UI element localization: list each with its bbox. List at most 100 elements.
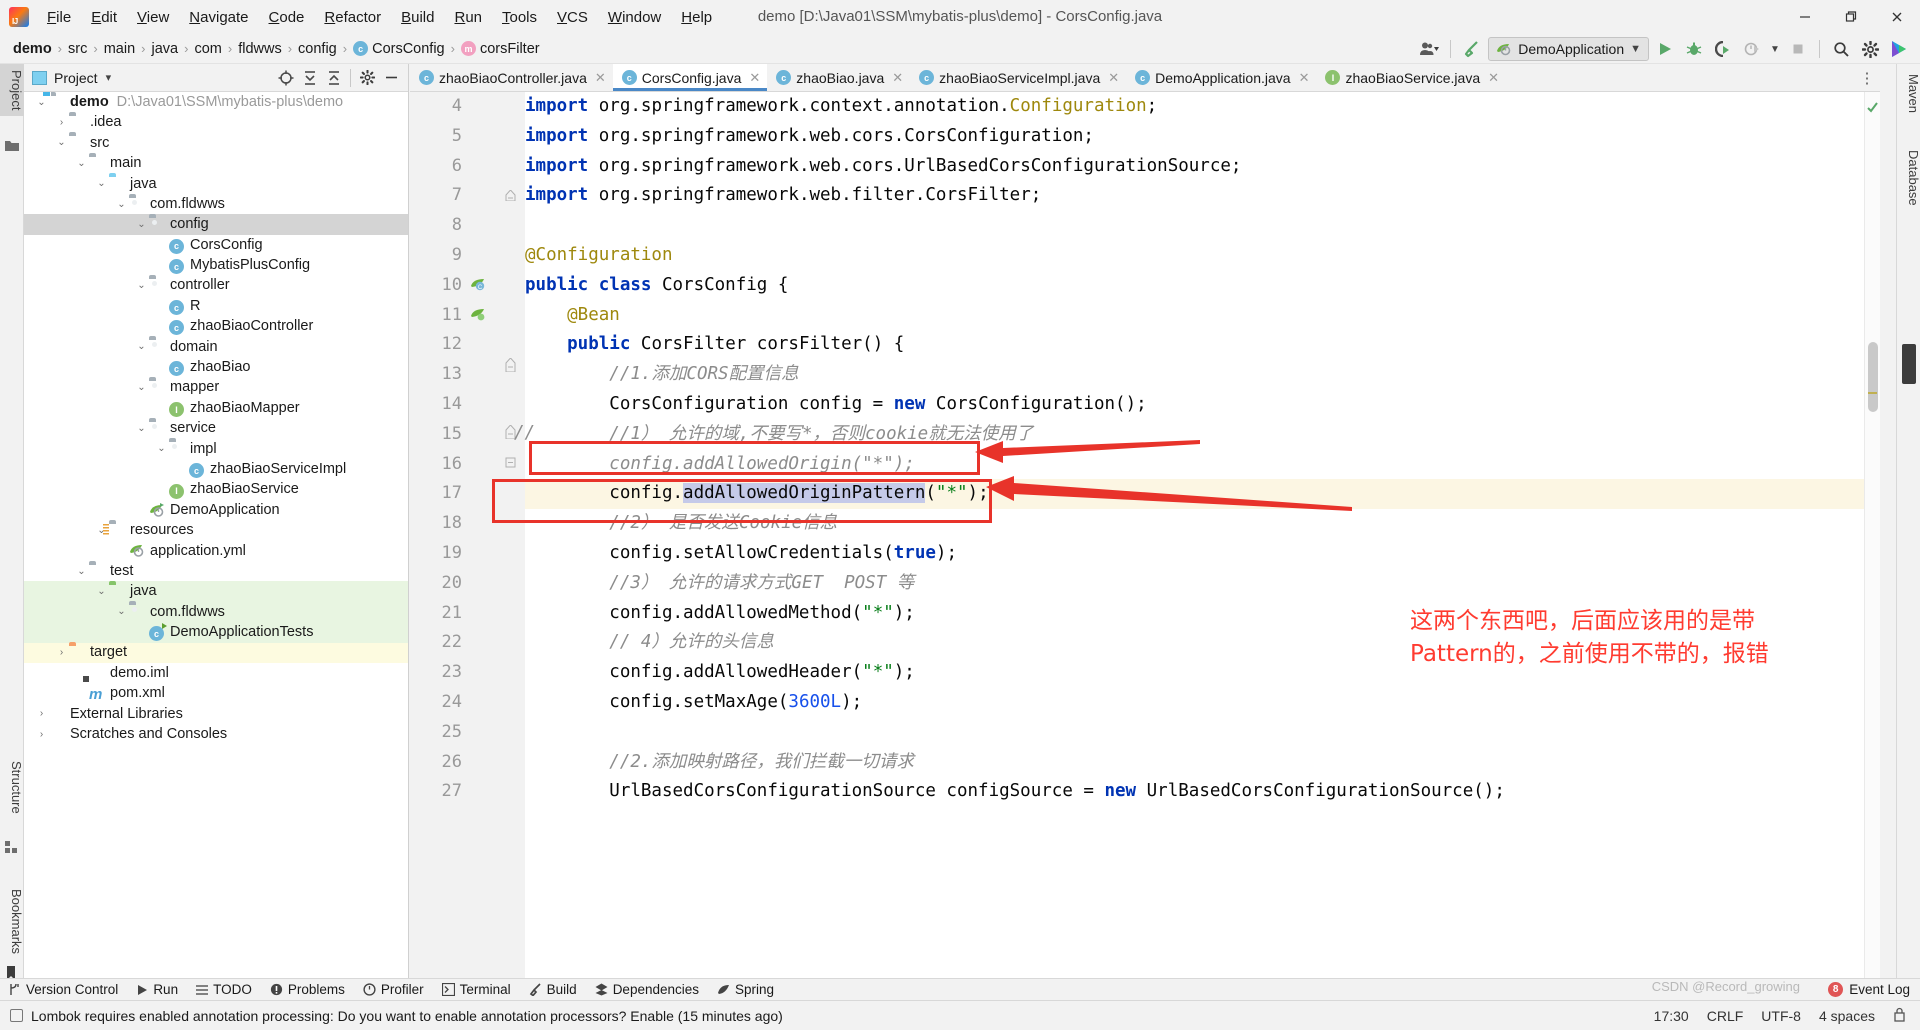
chevron-right-icon[interactable]: › — [54, 647, 69, 658]
tree-node-mybatisplusconfig[interactable]: c MybatisPlusConfig — [24, 255, 408, 275]
tool-window-dependencies[interactable]: Dependencies — [586, 979, 708, 1001]
bookmark-folder-icon[interactable] — [5, 139, 19, 153]
chevron-down-icon[interactable]: ⌄ — [74, 566, 89, 577]
code-line[interactable]: @Configuration — [525, 241, 1880, 271]
tree-node-demoapplication[interactable]: DemoApplication — [24, 500, 408, 520]
tree-node-scratches-and-consoles[interactable]: › Scratches and Consoles — [24, 724, 408, 744]
project-tree[interactable]: ⌄ demo D:\Java01\SSM\mybatis-plus\demo › .id… — [24, 92, 408, 980]
tree-node-zhaobiaomapper[interactable]: IzhaoBiaoMapper — [24, 398, 408, 418]
close-icon[interactable]: ✕ — [1108, 70, 1119, 86]
spring-bean-gutter-icon-2[interactable] — [470, 306, 487, 328]
code-line[interactable]: UrlBasedCorsConfigurationSource configSo… — [525, 777, 1880, 807]
strip-tab-bookmarks[interactable]: Bookmarks — [0, 883, 24, 960]
chevron-down-icon[interactable]: ⌄ — [114, 606, 129, 617]
tree-node-mapper[interactable]: ⌄ mapper — [24, 377, 408, 397]
spring-bean-gutter-icon[interactable]: C — [470, 276, 487, 298]
close-icon[interactable]: ✕ — [595, 70, 606, 86]
strip-tab-maven[interactable]: Maven — [1897, 68, 1920, 119]
event-log-label[interactable]: Event Log — [1849, 982, 1910, 997]
tree-node-demoapplicationtests[interactable]: c DemoApplicationTests — [24, 622, 408, 643]
tree-node-pom-xml[interactable]: m pom.xml — [24, 683, 408, 703]
code-line[interactable]: public CorsFilter corsFilter() { — [525, 330, 1880, 360]
run-with-coverage-button[interactable] — [1710, 37, 1736, 61]
debug-button[interactable] — [1681, 37, 1707, 61]
tree-node-demo[interactable]: ⌄ demo D:\Java01\SSM\mybatis-plus\demo — [24, 92, 408, 112]
tree-node-zhaobiaocontroller[interactable]: c zhaoBiaoController — [24, 316, 408, 336]
code-line[interactable]: //3） 允许的请求方式GET POST 等 — [525, 569, 1880, 599]
settings-gear-icon[interactable] — [1857, 37, 1883, 61]
chevron-down-icon[interactable]: ⌄ — [134, 382, 149, 393]
status-indent[interactable]: 4 spaces — [1819, 1008, 1875, 1024]
profiler-dropdown-icon[interactable]: ▼ — [1768, 37, 1782, 61]
breadcrumb-item-demo[interactable]: demo — [10, 39, 55, 59]
code-line[interactable]: config.setAllowCredentials(true); — [525, 539, 1880, 569]
breadcrumb-item-fldwws[interactable]: fldwws — [235, 39, 285, 59]
menu-item-vcs[interactable]: VCS — [547, 5, 598, 30]
tree-node-java[interactable]: ⌄ java — [24, 174, 408, 194]
user-account-icon[interactable] — [1416, 37, 1442, 61]
tree-node-r[interactable]: cR — [24, 296, 408, 316]
tree-node-zhaobiaoserviceimpl[interactable]: c zhaoBiaoServiceImpl — [24, 459, 408, 479]
menu-item-view[interactable]: View — [127, 5, 179, 30]
collapse-all-icon[interactable] — [323, 67, 345, 89]
tree-node-corsconfig[interactable]: c CorsConfig — [24, 235, 408, 255]
build-hammer-icon[interactable] — [1459, 37, 1485, 61]
fold-marker-2[interactable] — [505, 357, 516, 377]
status-message[interactable]: Lombok requires enabled annotation proce… — [31, 1008, 783, 1024]
close-icon[interactable]: ✕ — [1488, 70, 1499, 86]
code-line[interactable] — [525, 718, 1880, 748]
code-line[interactable]: //1.添加CORS配置信息 — [525, 360, 1880, 390]
tool-window-version-control[interactable]: Version Control — [0, 979, 127, 1001]
menu-item-code[interactable]: Code — [259, 5, 315, 30]
editor-scrollbar[interactable] — [1864, 92, 1880, 980]
breadcrumb-item-src[interactable]: src — [65, 39, 90, 59]
breadcrumb-item-java[interactable]: java — [148, 39, 181, 59]
tool-window-problems[interactable]: Problems — [261, 979, 354, 1001]
breadcrumb-item-config[interactable]: config — [295, 39, 340, 59]
menu-item-window[interactable]: Window — [598, 5, 671, 30]
code-line[interactable]: CorsConfiguration config = new CorsConfi… — [525, 390, 1880, 420]
chevron-down-icon[interactable]: ⌄ — [94, 178, 109, 189]
tree-node-resources[interactable]: ⌄ resources — [24, 520, 408, 540]
tool-window-todo[interactable]: TODO — [187, 979, 261, 1001]
notification-handle[interactable] — [1902, 344, 1916, 384]
chevron-right-icon[interactable]: › — [34, 729, 49, 740]
code-line[interactable] — [525, 211, 1880, 241]
chevron-down-icon[interactable]: ⌄ — [154, 443, 169, 454]
menu-item-file[interactable]: File — [37, 5, 81, 30]
tree-node-service[interactable]: ⌄ service — [24, 418, 408, 438]
maximize-button[interactable] — [1828, 0, 1874, 34]
tree-node-main[interactable]: ⌄ main — [24, 153, 408, 173]
chevron-down-icon[interactable]: ⌄ — [54, 137, 69, 148]
chevron-down-icon[interactable]: ⌄ — [94, 586, 109, 597]
status-encoding[interactable]: UTF-8 — [1761, 1008, 1801, 1024]
editor-tab-overflow-icon[interactable]: ⋮ — [1854, 64, 1880, 91]
tree-node-java[interactable]: ⌄ java — [24, 581, 408, 602]
tool-window-run[interactable]: Run — [127, 979, 187, 1001]
chevron-right-icon[interactable]: › — [54, 117, 69, 128]
code-line[interactable]: //2.添加映射路径，我们拦截一切请求 — [525, 748, 1880, 778]
status-line-separator[interactable]: CRLF — [1707, 1008, 1744, 1024]
fold-marker-4[interactable] — [505, 455, 516, 473]
chevron-down-icon[interactable]: ⌄ — [34, 97, 49, 108]
close-icon[interactable]: ✕ — [749, 70, 760, 86]
menu-item-refactor[interactable]: Refactor — [314, 5, 391, 30]
tree-node-impl[interactable]: ⌄ impl — [24, 439, 408, 459]
breadcrumb-item-main[interactable]: main — [101, 39, 138, 59]
editor-tab-zhaobiaocontroller-java[interactable]: c zhaoBiaoController.java ✕ — [410, 64, 613, 91]
tree-node-target[interactable]: › target — [24, 642, 408, 663]
menu-item-build[interactable]: Build — [391, 5, 444, 30]
breadcrumb-item-corsfilter[interactable]: m corsFilter — [458, 39, 543, 59]
tree-node-test[interactable]: ⌄ test — [24, 561, 408, 581]
menu-item-navigate[interactable]: Navigate — [179, 5, 258, 30]
editor-tab-zhaobiaoservice-java[interactable]: IzhaoBiaoService.java ✕ — [1316, 64, 1506, 91]
code-line[interactable]: import org.springframework.web.filter.Co… — [525, 181, 1880, 211]
editor-gutter[interactable]: 4 5 6 7 8 9 10 11 12 13 14 15 16 17 18 19 20 21 22 23 24 25 26… — [410, 92, 525, 980]
tree-node-external-libraries[interactable]: › External Libraries — [24, 704, 408, 724]
editor-tab-corsconfig-java[interactable]: c CorsConfig.java ✕ — [612, 64, 768, 91]
tree-node-demo-iml[interactable]: demo.iml — [24, 663, 408, 683]
profiler-button[interactable] — [1739, 37, 1765, 61]
structure-icon[interactable] — [5, 841, 19, 855]
strip-tab-structure[interactable]: Structure — [0, 755, 24, 820]
stop-button[interactable] — [1785, 37, 1811, 61]
